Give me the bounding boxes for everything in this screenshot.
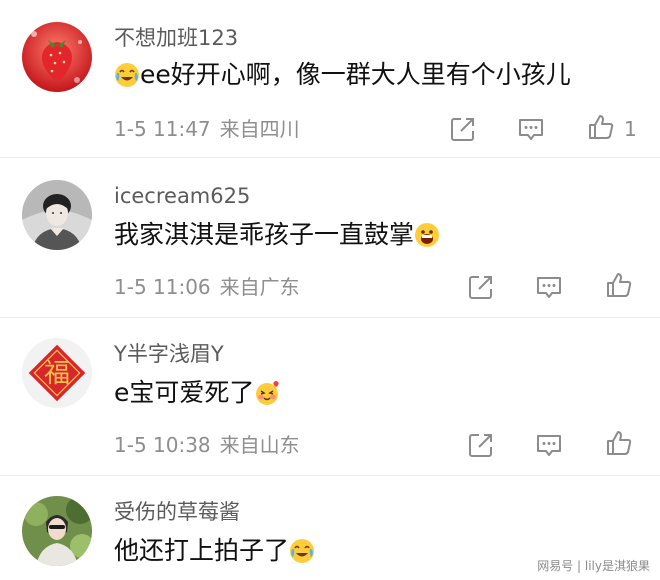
fu-character: 福 bbox=[44, 359, 70, 389]
watermark: 网易号 | lily是淇狼果 bbox=[537, 559, 650, 573]
laugh-cry-emoji-icon bbox=[289, 538, 315, 564]
love-face-emoji-icon bbox=[254, 380, 280, 406]
username[interactable]: Y半字浅眉Y bbox=[114, 342, 224, 366]
comment-time: 1-5 11:47 bbox=[114, 117, 211, 141]
comment-text: e宝可爱死了 bbox=[114, 378, 255, 407]
like-icon[interactable] bbox=[604, 428, 634, 458]
share-icon[interactable] bbox=[466, 272, 496, 302]
comment-text: 他还打上拍子了 bbox=[114, 536, 290, 565]
comment-icon[interactable] bbox=[534, 430, 564, 460]
avatar[interactable] bbox=[22, 496, 92, 566]
avatar[interactable]: 福 bbox=[22, 338, 92, 408]
comment-text: ee好开心啊，像一群大人里有个小孩儿 bbox=[140, 60, 571, 89]
avatar[interactable] bbox=[22, 180, 92, 250]
comment-meta: 1-5 10:38 来自山东 bbox=[114, 433, 300, 457]
username[interactable]: 受伤的草莓酱 bbox=[114, 500, 240, 524]
laugh-cry-emoji-icon bbox=[114, 62, 140, 88]
avatar[interactable] bbox=[22, 22, 92, 92]
comment-time: 1-5 11:06 bbox=[114, 275, 211, 299]
like-icon[interactable] bbox=[586, 112, 616, 142]
comment-time: 1-5 10:38 bbox=[114, 433, 211, 457]
grin-emoji-icon bbox=[414, 222, 440, 248]
comment-item: 福 Y半字浅眉Y e宝可爱死了 1-5 10:38 来自山东 bbox=[0, 318, 660, 476]
comment-location: 来自广东 bbox=[219, 275, 300, 299]
comment-icon[interactable] bbox=[534, 272, 564, 302]
comment-location: 来自四川 bbox=[219, 117, 300, 141]
comment-text-row: 他还打上拍子了 bbox=[114, 536, 315, 566]
username[interactable]: icecream625 bbox=[114, 184, 250, 208]
comment-icon[interactable] bbox=[516, 114, 546, 144]
comment-text-row: e宝可爱死了 bbox=[114, 378, 280, 408]
share-icon[interactable] bbox=[466, 430, 496, 460]
username[interactable]: 不想加班123 bbox=[114, 26, 238, 50]
comment-text-row: 我家淇淇是乖孩子一直鼓掌 bbox=[114, 220, 440, 250]
comment-location: 来自山东 bbox=[219, 433, 300, 457]
comment-item: 不想加班123 ee好开心啊，像一群大人里有个小孩儿 1-5 11:47 来自四川… bbox=[0, 0, 660, 158]
comment-text-row: ee好开心啊，像一群大人里有个小孩儿 bbox=[114, 60, 571, 90]
like-icon[interactable] bbox=[604, 270, 634, 300]
comment-text: 我家淇淇是乖孩子一直鼓掌 bbox=[114, 220, 415, 249]
share-icon[interactable] bbox=[448, 114, 478, 144]
comment-item: icecream625 我家淇淇是乖孩子一直鼓掌 1-5 11:06 来自广东 bbox=[0, 158, 660, 318]
like-count: 1 bbox=[624, 117, 637, 141]
comment-meta: 1-5 11:06 来自广东 bbox=[114, 275, 300, 299]
comment-meta: 1-5 11:47 来自四川 bbox=[114, 117, 300, 141]
